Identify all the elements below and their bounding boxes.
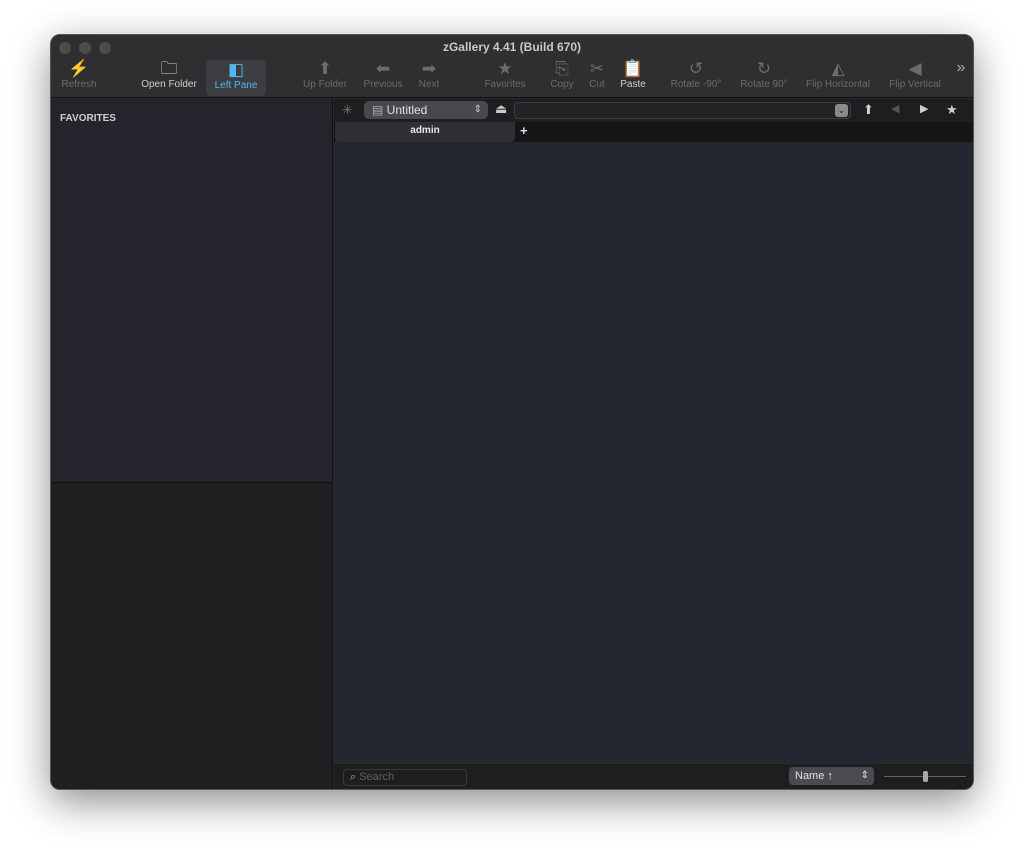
toolbar-button-open-folder[interactable]: 🗀 Open Folder: [141, 59, 197, 95]
toolbar-label: Up Folder: [303, 79, 347, 90]
thumbnail-area[interactable]: [334, 142, 973, 762]
search-icon: ⌕: [350, 771, 360, 783]
rotate-ccw-icon: ↺: [688, 59, 704, 78]
toolbar-label: Copy: [550, 79, 574, 90]
toolbar-button-refresh[interactable]: ⚡ Refresh: [61, 59, 96, 95]
chevron-down-icon[interactable]: ⌄: [835, 104, 848, 117]
toolbar-label: Flip Vertical: [889, 79, 941, 90]
favorites-header: FAVORITES: [60, 113, 116, 124]
tab-admin[interactable]: admin: [335, 122, 515, 142]
toolbar-label: Rotate 90°: [740, 79, 788, 90]
scissors-icon: ✂: [589, 59, 605, 78]
toolbar-button-rotate-90[interactable]: ↻ Rotate 90°: [740, 59, 787, 95]
paste-icon: 📋: [622, 59, 644, 78]
copy-icon: ⎘: [555, 59, 569, 78]
toolbar-label: Paste: [620, 79, 646, 90]
path-bar: ✳ ▤ Untitled ⇕ ⏏ ⌄ ⬆ ◀ ▶ ★: [334, 99, 973, 122]
volume-selector[interactable]: ▤ Untitled ⇕: [364, 101, 488, 119]
titlebar: zGallery 4.41 (Build 670) ⚡ Refresh 🗀 Open …: [51, 35, 973, 98]
star-icon: ★: [497, 59, 513, 78]
toolbar-button-paste[interactable]: 📋 Paste: [620, 59, 646, 95]
toolbar-button-flip-vertical[interactable]: ◀ Flip Vertical: [889, 59, 941, 95]
toolbar-label: Previous: [363, 79, 403, 90]
back-icon[interactable]: ◀: [891, 102, 899, 115]
sort-value: Name ↑: [795, 770, 833, 782]
toolbar-button-favorites[interactable]: ★ Favorites: [484, 59, 525, 95]
toolbar-label: Favorites: [484, 79, 526, 90]
forward-icon[interactable]: ▶: [920, 102, 928, 115]
arrow-up-icon[interactable]: ⬆: [863, 102, 874, 118]
arrow-right-icon: ➡: [421, 59, 437, 78]
arrow-left-icon: ⬅: [375, 59, 391, 78]
updown-icon: ⇕: [473, 104, 482, 115]
path-field[interactable]: ⌄: [514, 102, 851, 119]
add-tab-button[interactable]: +: [520, 123, 528, 138]
eject-icon[interactable]: ⏏: [495, 101, 507, 117]
updown-icon: ⇕: [860, 770, 869, 781]
favorites-panel: FAVORITES: [51, 99, 332, 483]
refresh-icon: ⚡: [68, 59, 90, 78]
toolbar-button-previous[interactable]: ⬅ Previous: [364, 59, 403, 95]
arrow-up-icon: ⬆: [317, 59, 333, 78]
toolbar-button-next[interactable]: ➡ Next: [419, 59, 440, 95]
toolbar-label: Refresh: [61, 79, 97, 90]
toolbar-overflow-button[interactable]: »: [957, 59, 966, 95]
flip-horizontal-icon: ◭: [831, 59, 845, 78]
toolbar-button-left-pane[interactable]: ◧ Left Pane: [206, 60, 266, 96]
bottom-bar: ⌕ Search Name ↑ ⇕: [334, 763, 973, 789]
toolbar-label: Flip Horizontal: [806, 79, 870, 90]
toolbar-button-rotate-90[interactable]: ↺ Rotate -90°: [671, 59, 722, 95]
folder-tree-panel: [51, 483, 332, 789]
toolbar-label: Rotate -90°: [670, 79, 722, 90]
toolbar-label: Next: [418, 79, 440, 90]
app-window: zGallery 4.41 (Build 670) ⚡ Refresh 🗀 Open …: [50, 34, 974, 790]
toolbar-button-flip-horizontal[interactable]: ◭ Flip Horizontal: [806, 59, 870, 95]
flip-vertical-icon: ◀: [908, 59, 922, 78]
main-pane: ✳ ▤ Untitled ⇕ ⏏ ⌄ ⬆ ◀ ▶ ★ admin + ⌕ Sea…: [334, 99, 973, 789]
toolbar-label: Open Folder: [141, 79, 197, 90]
toolbar-button-copy[interactable]: ⎘ Copy: [550, 59, 573, 95]
folder-icon: 🗀: [160, 59, 178, 78]
toolbar-label: Cut: [589, 79, 605, 90]
left-pane-icon: ◧: [227, 60, 245, 79]
thumbnail-size-slider[interactable]: [884, 771, 966, 782]
search-input[interactable]: ⌕ Search: [343, 769, 467, 786]
volume-name: Untitled: [386, 103, 428, 117]
window-title: zGallery 4.41 (Build 670): [442, 40, 582, 54]
toolbar-label: Left Pane: [214, 80, 258, 91]
search-placeholder: Search: [359, 771, 395, 783]
drive-icon: ▤: [372, 103, 387, 117]
tab-bar: admin +: [334, 122, 973, 142]
toolbar-button-cut[interactable]: ✂ Cut: [589, 59, 605, 95]
sort-selector[interactable]: Name ↑ ⇕: [789, 767, 874, 785]
left-pane: FAVORITES: [51, 99, 333, 789]
rotate-cw-icon: ↻: [756, 59, 772, 78]
slider-thumb[interactable]: [923, 771, 928, 782]
spinner-icon: ✳: [342, 102, 353, 117]
toolbar-button-up-folder[interactable]: ⬆ Up Folder: [303, 59, 347, 95]
star-icon[interactable]: ★: [946, 102, 958, 118]
